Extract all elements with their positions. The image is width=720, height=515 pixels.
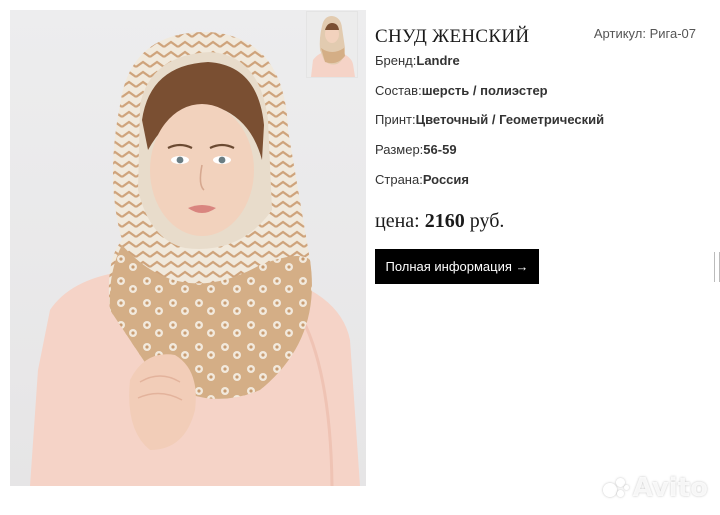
property-country: Страна:Россия [375, 172, 469, 187]
full-info-button[interactable]: Полная информация → [375, 249, 539, 284]
property-label: Страна: [375, 172, 423, 187]
thumbnail-illustration [307, 12, 357, 77]
product-thumbnail[interactable] [306, 11, 358, 78]
price-currency: руб. [469, 210, 505, 232]
watermark-text: Avito [632, 473, 708, 503]
avito-watermark: Avito [602, 473, 708, 503]
product-sku: Артикул: Рига-07 [593, 26, 696, 41]
price-label: цена: [375, 210, 420, 232]
property-value: 56-59 [423, 142, 457, 157]
property-value: Цветочный / Геометрический [415, 112, 605, 127]
product-photo-illustration [30, 31, 360, 486]
property-label: Бренд: [375, 53, 417, 68]
property-value: шерсть / полиэстер [421, 83, 548, 98]
property-print: Принт:Цветочный / Геометрический [375, 112, 604, 127]
property-brand: Бренд:Landre [375, 53, 460, 68]
property-value: Landre [416, 53, 460, 68]
product-title: СНУД ЖЕНСКИЙ [375, 26, 530, 47]
property-value: Россия [422, 172, 469, 187]
product-price: цена: 2160 руб. [375, 210, 504, 233]
property-label: Принт: [375, 112, 416, 127]
property-composition: Состав:шерсть / полиэстер [375, 83, 548, 98]
avito-logo-icon [602, 475, 629, 501]
product-photo[interactable] [10, 10, 366, 486]
property-label: Состав: [375, 83, 422, 98]
scroll-edge-indicator [714, 252, 720, 282]
price-value: 2160 [424, 210, 465, 232]
property-size: Размер:56-59 [375, 142, 457, 157]
property-label: Размер: [375, 142, 424, 157]
